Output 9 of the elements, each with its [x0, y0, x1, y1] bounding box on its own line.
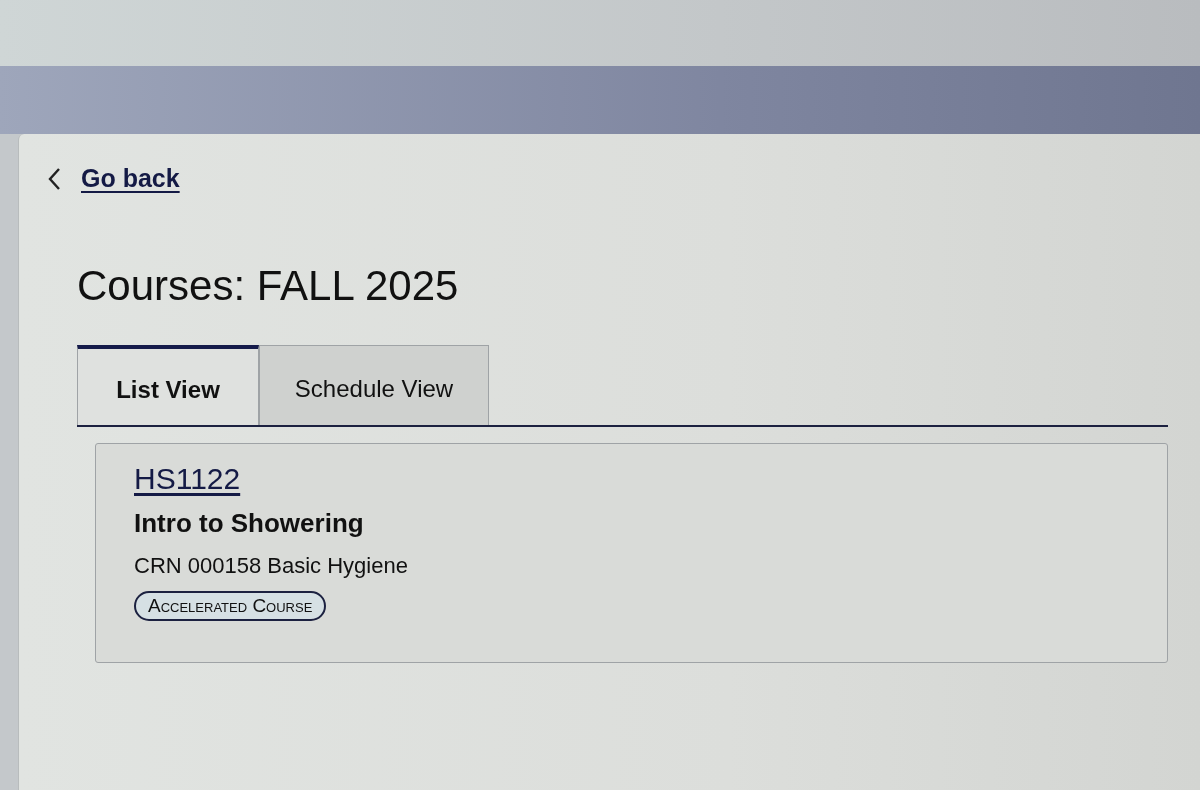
chevron-left-icon[interactable]	[47, 166, 61, 191]
view-tab[interactable]: Schedule View	[259, 345, 489, 425]
view-tab[interactable]: List View	[77, 345, 259, 425]
course-name: Intro to Showering	[134, 508, 365, 539]
course-code-link[interactable]: HS1122	[134, 462, 241, 496]
go-back-link[interactable]: Go back	[81, 164, 180, 193]
course-details: CRN 000158 Basic Hygiene	[134, 553, 409, 579]
course-tag: Accelerated Course	[134, 591, 327, 621]
page-title: Courses: FALL 2025	[77, 265, 460, 307]
